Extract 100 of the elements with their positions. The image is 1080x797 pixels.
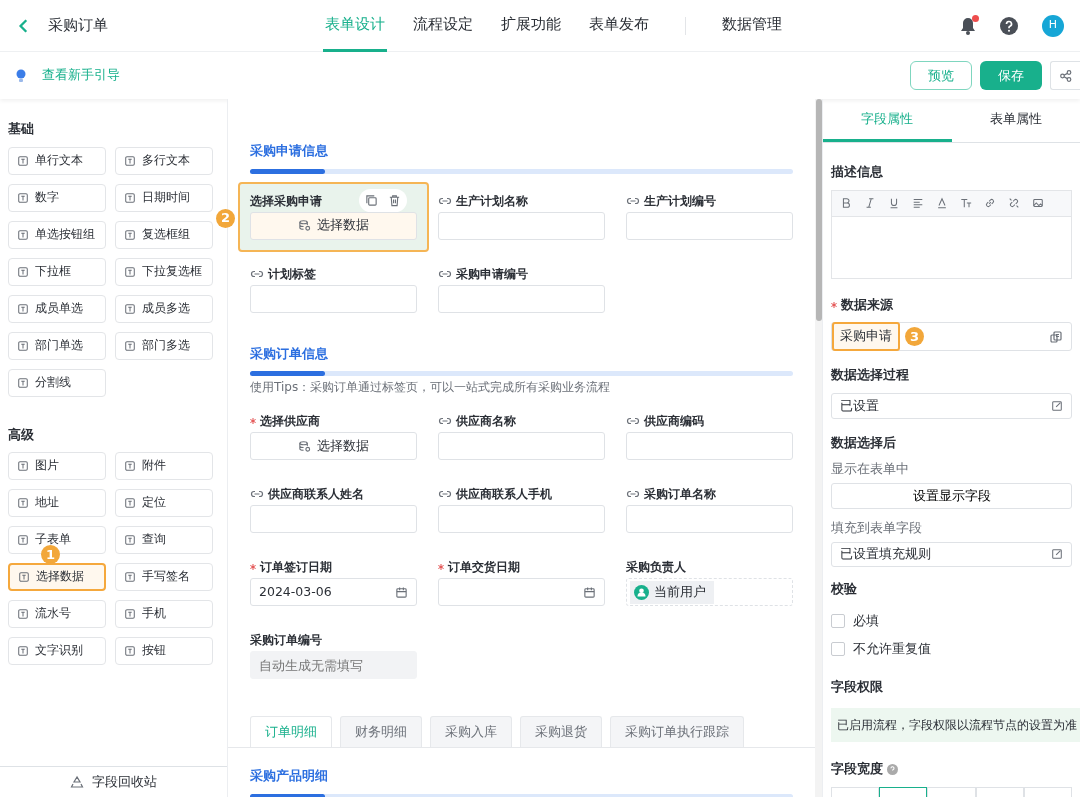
field-type-item[interactable]: 成员单选	[8, 294, 106, 323]
nav-tab[interactable]: 扩展功能	[499, 0, 563, 52]
copy-icon	[365, 193, 378, 207]
field-type-icon	[17, 608, 29, 620]
checkbox-option[interactable]: 不允许重复值	[831, 639, 1072, 659]
edit-icon	[1051, 548, 1063, 561]
field-type-item[interactable]: 手机	[115, 600, 213, 628]
user-icon	[634, 584, 649, 600]
field-type-item[interactable]: 成员多选	[115, 294, 213, 323]
nav-tab[interactable]: 流程设定	[411, 0, 475, 52]
property-tab[interactable]: 表单属性	[951, 99, 1080, 142]
field-type-item[interactable]: 定位	[115, 489, 213, 517]
form-field[interactable]: 计划标签	[250, 256, 417, 330]
field-type-item[interactable]: 按钮	[115, 637, 213, 665]
input-field[interactable]	[438, 211, 605, 240]
select-data-button[interactable]: 选择数据	[250, 211, 417, 240]
form-field[interactable]: 采购申请编号	[438, 256, 605, 330]
field-type-item[interactable]: 单行文本	[8, 146, 106, 175]
width-selector[interactable]	[831, 787, 1072, 797]
section-title: 采购订单信息	[250, 344, 329, 363]
form-field[interactable]: 生产计划编号	[626, 183, 793, 257]
field-type-item[interactable]: 流水号	[8, 600, 106, 628]
help-icon[interactable]	[1000, 16, 1018, 35]
field-type-item[interactable]: 下拉框	[8, 257, 106, 286]
user-chip: 当前用户	[630, 580, 714, 604]
user-field[interactable]: 当前用户	[626, 578, 793, 606]
date-field[interactable]	[438, 578, 605, 606]
input-field[interactable]	[626, 211, 793, 240]
notification-bell-icon[interactable]	[960, 16, 976, 35]
date-field[interactable]: 2024-03-06	[250, 578, 417, 606]
field-type-item[interactable]: 复选框组	[115, 220, 213, 249]
form-field[interactable]: 供应商编码	[626, 404, 793, 477]
fill-rule-field[interactable]: 已设置填充规则	[831, 541, 1072, 568]
field-type-item[interactable]: 附件	[115, 452, 213, 480]
nav-tab[interactable]: 数据管理	[720, 0, 784, 52]
checkbox[interactable]	[831, 642, 845, 657]
field-type-item[interactable]: 单选按钮组	[8, 220, 106, 249]
form-tab[interactable]: 财务明细	[340, 716, 422, 747]
group-title: 基础	[8, 120, 35, 138]
field-type-item[interactable]: 地址	[8, 489, 106, 517]
input-field[interactable]	[438, 284, 605, 313]
field-label: 采购订单名称	[644, 486, 716, 503]
field-type-item[interactable]: 手写签名	[115, 563, 213, 591]
input-field[interactable]	[626, 505, 793, 533]
display-fields-button[interactable]: 设置显示字段	[831, 483, 1072, 509]
field-type-item[interactable]: 图片	[8, 452, 106, 480]
nav-tab[interactable]: 表单发布	[587, 0, 651, 52]
field-type-item[interactable]: 文字识别	[8, 637, 106, 665]
input-field[interactable]	[250, 284, 417, 313]
form-field[interactable]: 订单交货日期	[438, 550, 605, 623]
process-field[interactable]: 已设置	[831, 393, 1072, 419]
field-type-icon	[124, 265, 136, 278]
form-field[interactable]: 选择采购申请 选择数据	[240, 183, 427, 250]
form-field[interactable]: 采购订单名称	[626, 477, 793, 550]
field-type-item[interactable]: 部门多选	[115, 331, 213, 360]
form-field[interactable]: 供应商联系人姓名	[250, 477, 417, 550]
field-type-icon	[124, 608, 136, 620]
description-editor[interactable]	[831, 216, 1072, 279]
checkbox[interactable]	[831, 614, 845, 629]
select-data-button[interactable]: 选择数据	[250, 432, 417, 460]
form-field[interactable]: 生产计划名称	[438, 183, 605, 257]
field-type-icon	[17, 154, 29, 167]
form-field[interactable]: 选择供应商 选择数据	[250, 404, 417, 477]
field-type-icon	[124, 228, 136, 241]
recycle-bin-link[interactable]: 字段回收站	[92, 772, 157, 792]
field-type-item[interactable]: 分割线	[8, 368, 106, 397]
field-label: 订单签订日期	[260, 559, 332, 576]
input-field[interactable]	[250, 505, 417, 533]
field-type-icon	[17, 376, 29, 389]
field-type-item[interactable]: 选择数据	[8, 563, 106, 591]
section-label: 数据来源	[841, 295, 893, 314]
form-tab[interactable]: 采购订单执行跟踪	[610, 716, 744, 747]
input-field[interactable]	[626, 432, 793, 460]
scrollbar[interactable]	[815, 99, 822, 797]
data-source-field[interactable]: 采购申请 3	[831, 322, 1072, 352]
form-field[interactable]: 采购负责人 当前用户	[626, 550, 793, 623]
field-type-icon	[124, 302, 136, 315]
field-type-item[interactable]: 部门单选	[8, 331, 106, 360]
share-button[interactable]	[1050, 61, 1080, 90]
field-label: 供应商编码	[644, 413, 704, 430]
field-type-item[interactable]: 查询	[115, 526, 213, 554]
field-type-item[interactable]: 多行文本	[115, 146, 213, 175]
field-type-item[interactable]: 日期时间	[115, 183, 213, 212]
checkbox-option[interactable]: 必填	[831, 612, 1072, 631]
field-label: 供应商联系人姓名	[268, 486, 364, 503]
field-label: 选择供应商	[260, 413, 320, 430]
form-field[interactable]: 供应商联系人手机	[438, 477, 605, 550]
input-field[interactable]	[438, 432, 605, 460]
font-color-icon	[936, 197, 948, 210]
field-type-item[interactable]: 下拉复选框	[115, 257, 213, 286]
form-tab[interactable]: 采购退货	[520, 716, 602, 747]
field-type-item[interactable]: 数字	[8, 183, 106, 212]
input-field[interactable]	[438, 505, 605, 533]
section-label: 描述信息	[831, 163, 884, 181]
field-label: 采购订单编号	[250, 632, 322, 649]
field-type-icon	[17, 228, 29, 241]
form-field[interactable]: 订单签订日期 2024-03-06	[250, 550, 417, 623]
section-title: 采购产品明细	[250, 767, 329, 785]
form-tab[interactable]: 采购入库	[430, 716, 512, 747]
form-field[interactable]: 供应商名称	[438, 404, 605, 477]
